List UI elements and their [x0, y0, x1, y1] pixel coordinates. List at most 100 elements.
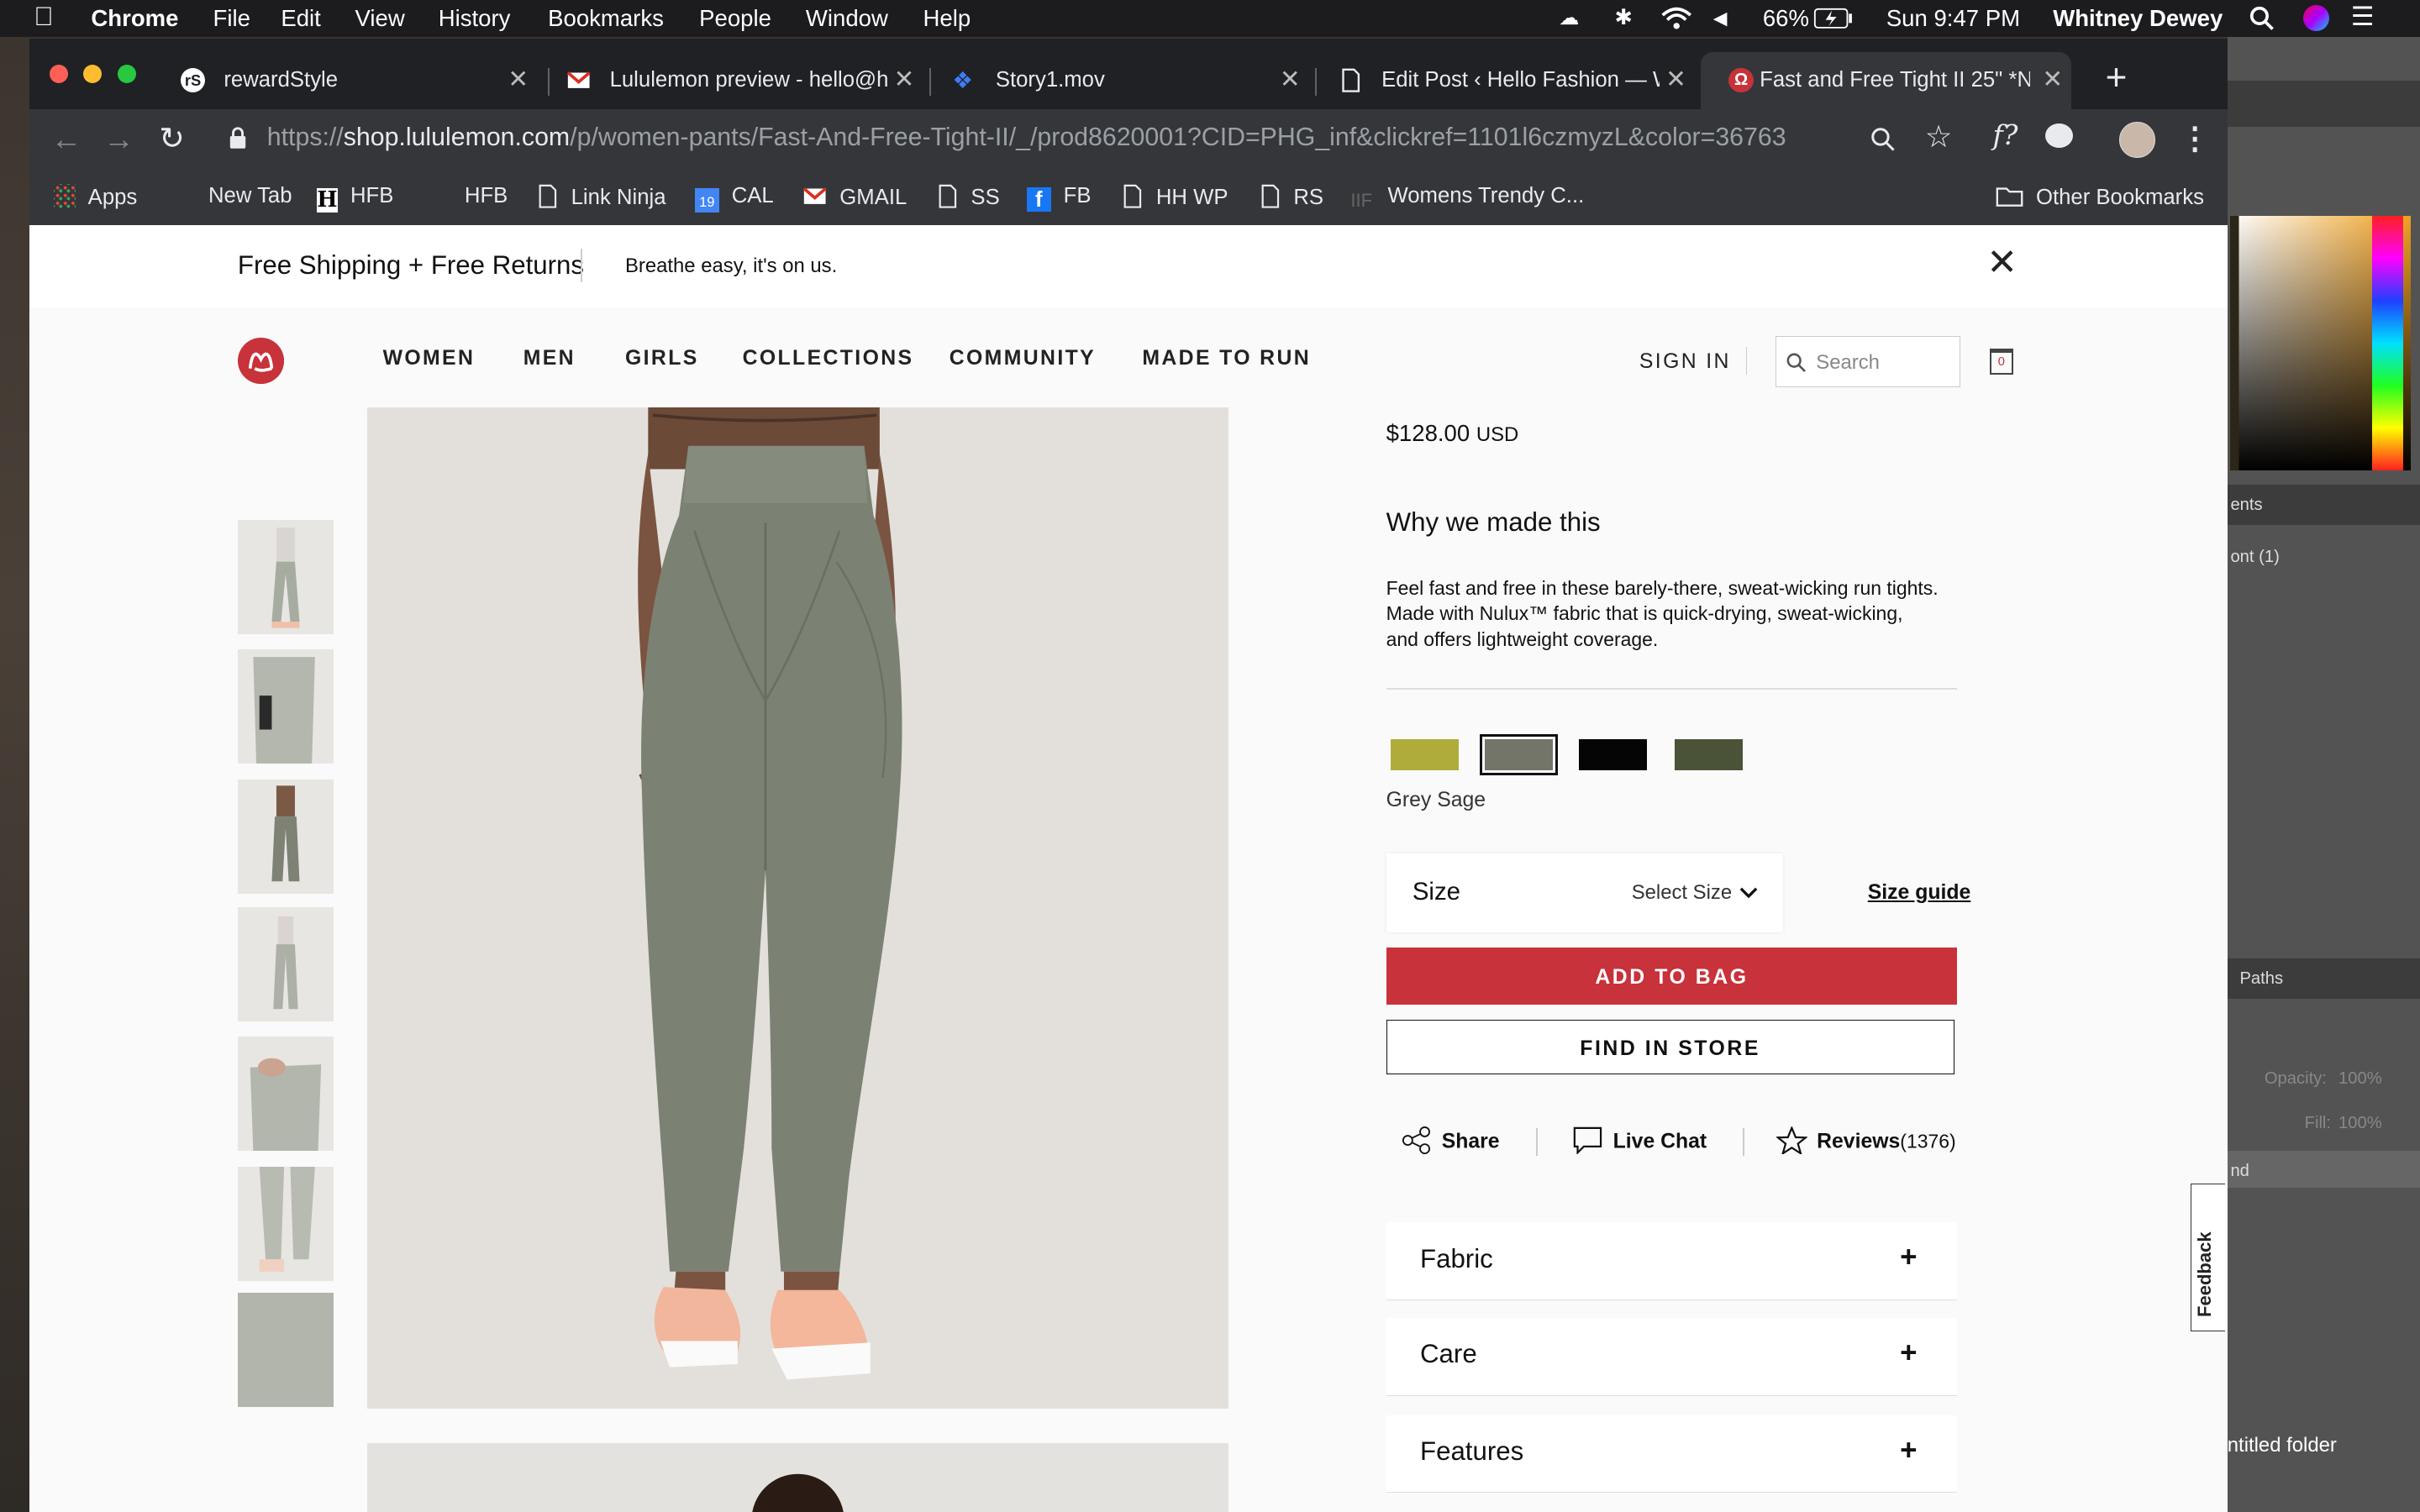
feedback-tab[interactable]: Feedback	[2190, 1183, 2226, 1332]
ps-paths-tab[interactable]: Paths	[2239, 969, 2283, 989]
battery-icon[interactable]	[1813, 8, 1854, 29]
nav-women[interactable]: WOMEN	[383, 347, 476, 370]
menubar-user[interactable]: Whitney Dewey	[2053, 5, 2223, 32]
close-icon[interactable]: ✕	[2042, 65, 2063, 94]
window-minimize-button[interactable]	[83, 65, 103, 84]
nav-community[interactable]: COMMUNITY	[950, 347, 1096, 370]
tab-gmail[interactable]: Lululemon preview - hello@h ✕	[539, 52, 924, 109]
reload-icon[interactable]: ↻	[159, 120, 185, 156]
accordion-fabric[interactable]: Fabric +	[1386, 1221, 1958, 1300]
window-zoom-button[interactable]	[117, 65, 136, 84]
bookmark-other[interactable]: Other Bookmarks	[1996, 184, 2204, 210]
reviews-button[interactable]: Reviews(1376)	[1776, 1125, 1956, 1156]
size-select[interactable]: Size Select Size	[1386, 853, 1783, 932]
menu-bookmarks[interactable]: Bookmarks	[548, 5, 664, 32]
accordion-features[interactable]: Features +	[1386, 1415, 1958, 1494]
bookmark-star-icon[interactable]: ☆	[1925, 118, 1953, 155]
ps-hue-slider[interactable]	[2372, 216, 2404, 471]
bluetooth-icon[interactable]: ✱	[1615, 5, 1634, 30]
close-icon[interactable]: ✕	[894, 65, 915, 94]
live-chat-button[interactable]: Live Chat	[1573, 1126, 1707, 1155]
product-main-image[interactable]	[367, 407, 1229, 1410]
product-thumbnail[interactable]	[237, 520, 334, 634]
color-swatch-selected[interactable]	[1479, 733, 1559, 776]
zoom-icon[interactable]	[1870, 127, 1896, 151]
product-secondary-image[interactable]	[367, 1442, 1229, 1512]
close-icon[interactable]: ✕	[1280, 65, 1301, 94]
bookmark-fb[interactable]: f FB	[1026, 184, 1092, 213]
nav-girls[interactable]: GIRLS	[625, 347, 699, 370]
bookmark-hfb-2[interactable]: HFB	[465, 184, 508, 208]
shopping-bag-icon[interactable]: 0	[1989, 349, 2013, 375]
nav-made-to-run[interactable]: MADE TO RUN	[1142, 347, 1311, 370]
tab-dropbox[interactable]: ❖ Story1.mov ✕	[924, 52, 1310, 109]
tab-rewardstyle[interactable]: rS rewardStyle ✕	[153, 52, 539, 109]
spotlight-search-icon[interactable]	[2249, 6, 2274, 31]
lululemon-logo[interactable]	[237, 338, 284, 385]
menu-file[interactable]: File	[213, 5, 250, 32]
creative-cloud-icon[interactable]: ☁	[1559, 6, 1579, 30]
bookmark-cal[interactable]: 19 CAL	[694, 184, 774, 213]
lock-icon[interactable]	[229, 127, 247, 150]
product-thumbnail[interactable]	[237, 1166, 334, 1281]
close-icon[interactable]: ✕	[508, 65, 529, 94]
bookmark-hfb-1[interactable]: H HFB	[316, 184, 393, 213]
fontface-extension-icon[interactable]: f?	[1993, 118, 2018, 151]
bookmark-apps[interactable]: Apps	[54, 183, 137, 210]
search-input[interactable]: Search	[1775, 336, 1961, 388]
menu-window[interactable]: Window	[806, 5, 888, 32]
siri-icon[interactable]	[2302, 4, 2330, 31]
bookmark-womens-trendy[interactable]: IIF Womens Trendy C...	[1350, 184, 1584, 215]
back-icon[interactable]: ←	[51, 122, 82, 157]
chat-extension-icon[interactable]	[2045, 123, 2074, 149]
find-in-store-button[interactable]: FIND IN STORE	[1386, 1020, 1954, 1074]
promo-close-icon[interactable]: ✕	[1986, 241, 2018, 284]
bookmark-link-ninja[interactable]: Link Ninja	[537, 184, 666, 210]
address-bar[interactable]: https://shop.lululemon.com/p/women-pants…	[267, 123, 1786, 152]
forward-icon[interactable]: →	[103, 122, 134, 157]
menu-history[interactable]: History	[439, 5, 511, 32]
product-thumbnail[interactable]	[237, 907, 334, 1022]
more-menu-icon[interactable]: ⋮	[2180, 120, 2211, 156]
battery-percent: 66%	[1762, 4, 1809, 31]
color-swatch[interactable]	[1391, 738, 1459, 770]
volume-icon[interactable]: ◄	[1709, 5, 1732, 32]
tab-edit-post[interactable]: Edit Post ‹ Hello Fashion — W ✕	[1311, 52, 1697, 109]
bookmark-gmail[interactable]: GMAIL	[802, 184, 907, 210]
bookmark-ss[interactable]: SS	[937, 184, 1000, 210]
promo-title: Free Shipping + Free Returns	[237, 249, 584, 280]
menu-help[interactable]: Help	[923, 5, 971, 32]
menubar-clock[interactable]: Sun 9:47 PM	[1886, 5, 2020, 32]
wifi-icon[interactable]	[1660, 6, 1693, 30]
color-swatch[interactable]	[1579, 738, 1648, 770]
new-tab-icon[interactable]: +	[2106, 57, 2128, 99]
bookmark-rs[interactable]: RS	[1260, 184, 1323, 210]
ps-font-select[interactable]: ont (1)	[2230, 548, 2279, 567]
ps-layer-row[interactable]	[2227, 1151, 2420, 1189]
close-icon[interactable]: ✕	[1665, 65, 1686, 94]
sign-in-link[interactable]: SIGN IN	[1639, 350, 1731, 374]
add-to-bag-button[interactable]: ADD TO BAG	[1386, 947, 1958, 1005]
nav-men[interactable]: MEN	[523, 347, 576, 370]
window-close-button[interactable]	[49, 65, 68, 84]
product-thumbnail[interactable]	[237, 1293, 334, 1408]
document-icon	[939, 184, 957, 208]
menu-people[interactable]: People	[699, 5, 771, 32]
size-guide-link[interactable]: Size guide	[1868, 881, 1971, 905]
bookmark-new-tab[interactable]: New Tab	[208, 184, 292, 208]
menu-view[interactable]: View	[355, 5, 405, 32]
bookmark-hh-wp[interactable]: HH WP	[1122, 184, 1228, 210]
profile-avatar[interactable]	[2119, 122, 2155, 158]
tab-lululemon-active[interactable]: Ω Fast and Free Tight II 25" *N ✕	[1701, 52, 2072, 110]
product-thumbnail[interactable]	[237, 1037, 334, 1152]
product-thumbnail[interactable]	[237, 649, 334, 764]
nav-collections[interactable]: COLLECTIONS	[743, 347, 914, 370]
accordion-care[interactable]: Care +	[1386, 1317, 1958, 1396]
notification-center-icon[interactable]: ☰	[2351, 2, 2375, 32]
menu-edit[interactable]: Edit	[281, 5, 320, 32]
share-button[interactable]: Share	[1402, 1126, 1500, 1155]
apple-icon[interactable]: 	[34, 2, 53, 32]
color-swatch[interactable]	[1675, 738, 1743, 770]
product-thumbnail[interactable]	[237, 779, 334, 894]
menubar-app-name[interactable]: Chrome	[91, 5, 178, 32]
